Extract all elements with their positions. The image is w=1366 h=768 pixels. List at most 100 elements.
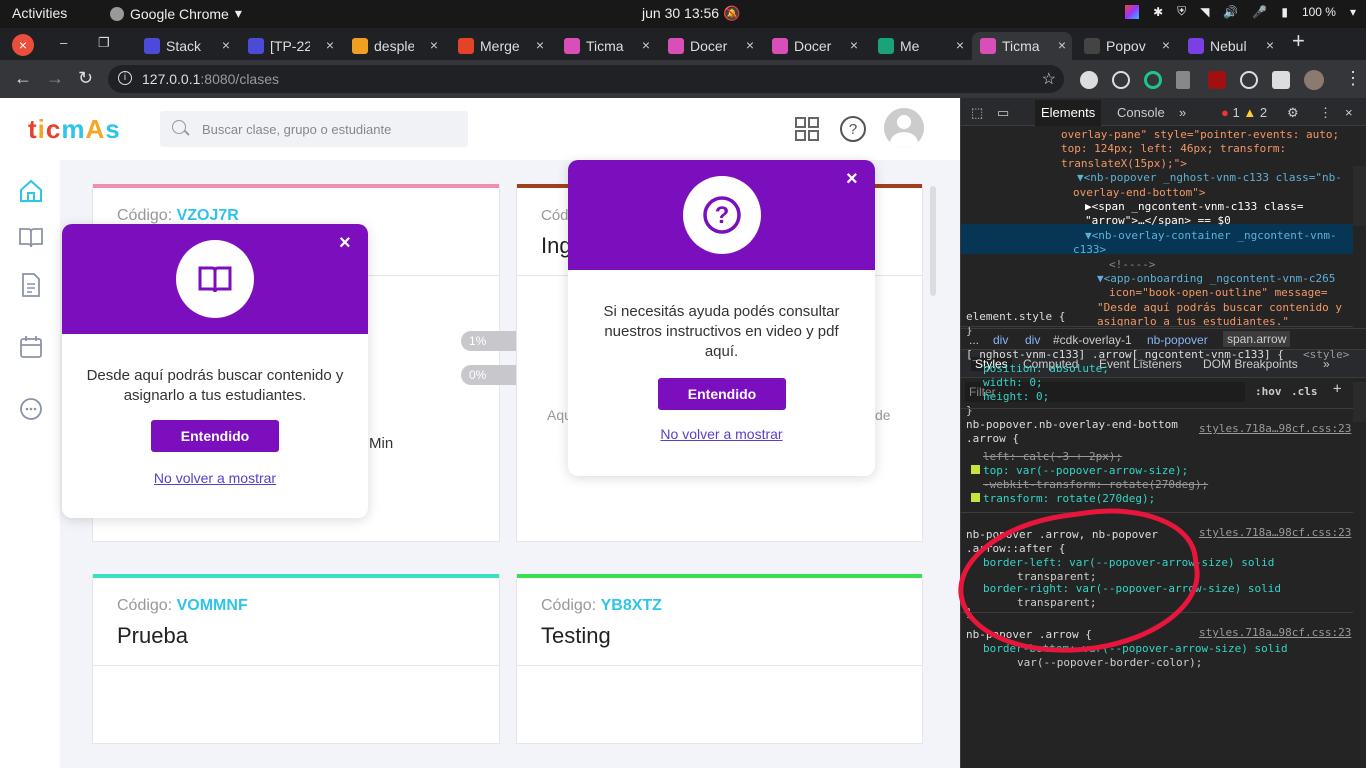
extension-icon[interactable] xyxy=(1112,71,1130,89)
breadcrumb-item[interactable]: div xyxy=(1025,333,1040,347)
clock[interactable]: jun 30 13:56 🔕 xyxy=(642,5,740,22)
dom-scrollbar[interactable] xyxy=(1353,166,1366,226)
more-tabs-icon[interactable]: » xyxy=(1179,105,1186,120)
dom-node-line[interactable]: ▶<span _ngcontent-vnm-c133 class= xyxy=(1085,200,1304,214)
kebab-menu-icon[interactable]: ⋮ xyxy=(1319,105,1332,121)
style-rule-line[interactable]: nb-popover.nb-overlay-end-bottom xyxy=(966,418,1178,432)
rule-checkbox[interactable] xyxy=(971,493,980,502)
close-tab-icon[interactable]: × xyxy=(536,37,544,53)
dom-node-line[interactable]: ▼<nb-overlay-container _ngcontent-vnm- xyxy=(1085,229,1337,243)
style-rule-line[interactable]: var(--popover-border-color); xyxy=(1017,656,1202,670)
dom-node-line[interactable]: top: 124px; left: 46px; transform: xyxy=(1061,142,1286,156)
style-rule-line[interactable]: transform: rotate(270deg); xyxy=(971,492,1155,506)
style-rule-line[interactable]: left: calc(-3 + 2px); xyxy=(983,450,1122,464)
close-icon[interactable]: × xyxy=(1345,105,1353,120)
style-rule-line[interactable]: -webkit-transform: rotate(270deg); xyxy=(983,478,1208,492)
dom-node-line[interactable]: c133> xyxy=(1073,243,1106,257)
close-icon[interactable]: × xyxy=(846,168,858,191)
close-tab-icon[interactable]: × xyxy=(850,37,858,53)
new-tab-button[interactable]: + xyxy=(1292,28,1305,54)
browser-tab[interactable]: Ticma × xyxy=(556,32,656,60)
help-icon[interactable]: ? xyxy=(839,115,867,143)
style-rule-line[interactable]: position: absolute; xyxy=(983,362,1109,376)
tab-console[interactable]: Console xyxy=(1117,105,1165,120)
search-input[interactable]: Buscar clase, grupo o estudiante xyxy=(160,111,468,147)
close-tab-icon[interactable]: × xyxy=(1266,37,1274,53)
breadcrumb-item[interactable]: div xyxy=(993,333,1008,347)
bookmark-star-icon[interactable]: ☆ xyxy=(1042,69,1056,89)
dont-show-again-link[interactable]: No volver a mostrar xyxy=(62,470,368,486)
class-card[interactable]: Código: YB8XTZ Testing xyxy=(516,574,923,744)
dom-node-line[interactable]: translateX(15px);"> xyxy=(1061,157,1187,171)
browser-tab[interactable]: [TP-22 × xyxy=(240,32,340,60)
style-source-link[interactable]: styles.718a…98cf.css:23 xyxy=(1199,526,1351,540)
minimize-button[interactable]: – xyxy=(60,35,67,50)
breadcrumb-item[interactable]: nb-popover xyxy=(1147,333,1208,347)
browser-tab[interactable]: Merge × xyxy=(450,32,550,60)
breadcrumb-item[interactable]: #cdk-overlay-1 xyxy=(1053,333,1132,347)
understood-button[interactable]: Entendido xyxy=(151,420,279,452)
breadcrumb-item[interactable]: span.arrow xyxy=(1223,331,1291,347)
close-tab-icon[interactable]: × xyxy=(1162,37,1170,53)
dom-node-line[interactable]: <!----> xyxy=(1109,258,1155,272)
user-avatar[interactable] xyxy=(884,108,924,148)
style-rule-line[interactable]: element.style { xyxy=(966,310,1065,324)
dom-node-line[interactable]: icon="book-open-outline" message= xyxy=(1109,286,1328,300)
system-tray[interactable]: ✱ ⛨ ◥ 🔊 🎤 ▮ 100 % ▾ xyxy=(1125,4,1356,19)
rule-checkbox[interactable] xyxy=(971,465,980,474)
style-source-link[interactable]: styles.718a…98cf.css:23 xyxy=(1199,422,1351,436)
close-icon[interactable]: × xyxy=(339,232,351,255)
dom-node-line[interactable]: overlay-end-bottom"> xyxy=(1073,186,1205,200)
calendar-icon[interactable] xyxy=(18,334,44,360)
profile-avatar[interactable] xyxy=(1304,70,1324,90)
extension-icon[interactable] xyxy=(1080,71,1098,89)
browser-tab[interactable]: Docer × xyxy=(764,32,864,60)
book-icon[interactable] xyxy=(18,224,44,250)
close-tab-icon[interactable]: × xyxy=(1058,37,1066,53)
restore-button[interactable]: ❐ xyxy=(98,35,110,51)
close-tab-icon[interactable]: × xyxy=(642,37,650,53)
class-toggle[interactable]: .cls xyxy=(1291,385,1318,398)
browser-tab[interactable]: Ticma × xyxy=(972,32,1072,60)
ticmas-logo[interactable]: ticmAs xyxy=(28,114,121,145)
browser-tab[interactable]: Stack × xyxy=(136,32,236,60)
browser-tab[interactable]: Me × xyxy=(870,32,970,60)
dom-tree[interactable]: overlay-pane" style="pointer-events: aut… xyxy=(961,126,1366,328)
document-icon[interactable] xyxy=(18,272,44,298)
class-card[interactable]: Código: VOMMNF Prueba xyxy=(92,574,500,744)
forward-icon[interactable]: → xyxy=(46,68,64,89)
page-scrollbar[interactable] xyxy=(930,186,936,296)
close-tab-icon[interactable]: × xyxy=(326,37,334,53)
gear-icon[interactable]: ⚙ xyxy=(1287,105,1299,121)
close-tab-icon[interactable]: × xyxy=(956,37,964,53)
error-count[interactable]: ● 1 ▲ 2 xyxy=(1221,105,1267,120)
activities-button[interactable]: Activities xyxy=(12,5,67,21)
device-toggle-icon[interactable]: ▭ xyxy=(997,105,1009,121)
style-rule-line[interactable]: [_nghost-vnm-c133] .arrow[_ngcontent-vnm… xyxy=(966,348,1284,362)
home-icon[interactable] xyxy=(18,178,44,204)
dom-node-line[interactable]: "Desde aquí podrás buscar contenido y xyxy=(1097,301,1342,315)
understood-button[interactable]: Entendido xyxy=(658,378,786,410)
info-icon[interactable]: i xyxy=(118,71,132,85)
reload-icon[interactable]: ↻ xyxy=(78,68,93,89)
style-rule-line[interactable]: top: var(--popover-arrow-size); xyxy=(971,464,1188,478)
style-rule-line[interactable]: width: 0; xyxy=(983,376,1043,390)
dom-node-line[interactable]: ▼<app-onboarding _ngcontent-vnm-c265 xyxy=(1097,272,1335,286)
close-tab-icon[interactable]: × xyxy=(430,37,438,53)
puzzle-icon[interactable] xyxy=(1272,71,1290,89)
close-window-button[interactable]: × xyxy=(12,34,34,56)
app-menu[interactable]: Google Chrome ▾ xyxy=(110,5,242,22)
grammarly-icon[interactable] xyxy=(1144,71,1162,89)
dom-node-line[interactable]: ▼<nb-popover _nghost-vnm-c133 class="nb- xyxy=(1077,171,1342,185)
style-source-tag[interactable]: <style> xyxy=(1303,348,1349,362)
apps-grid-icon[interactable] xyxy=(794,116,820,142)
add-rule-icon[interactable]: + xyxy=(1333,381,1341,397)
browser-tab[interactable]: desple × xyxy=(344,32,444,60)
tab-elements[interactable]: Elements xyxy=(1035,100,1102,126)
close-tab-icon[interactable]: × xyxy=(746,37,754,53)
style-rule-line[interactable]: } xyxy=(966,404,973,418)
browser-tab[interactable]: Nebul × xyxy=(1180,32,1280,60)
pen-icon[interactable] xyxy=(1176,71,1190,89)
bulb-icon[interactable] xyxy=(1240,71,1258,89)
browser-tab[interactable]: Docer × xyxy=(660,32,760,60)
